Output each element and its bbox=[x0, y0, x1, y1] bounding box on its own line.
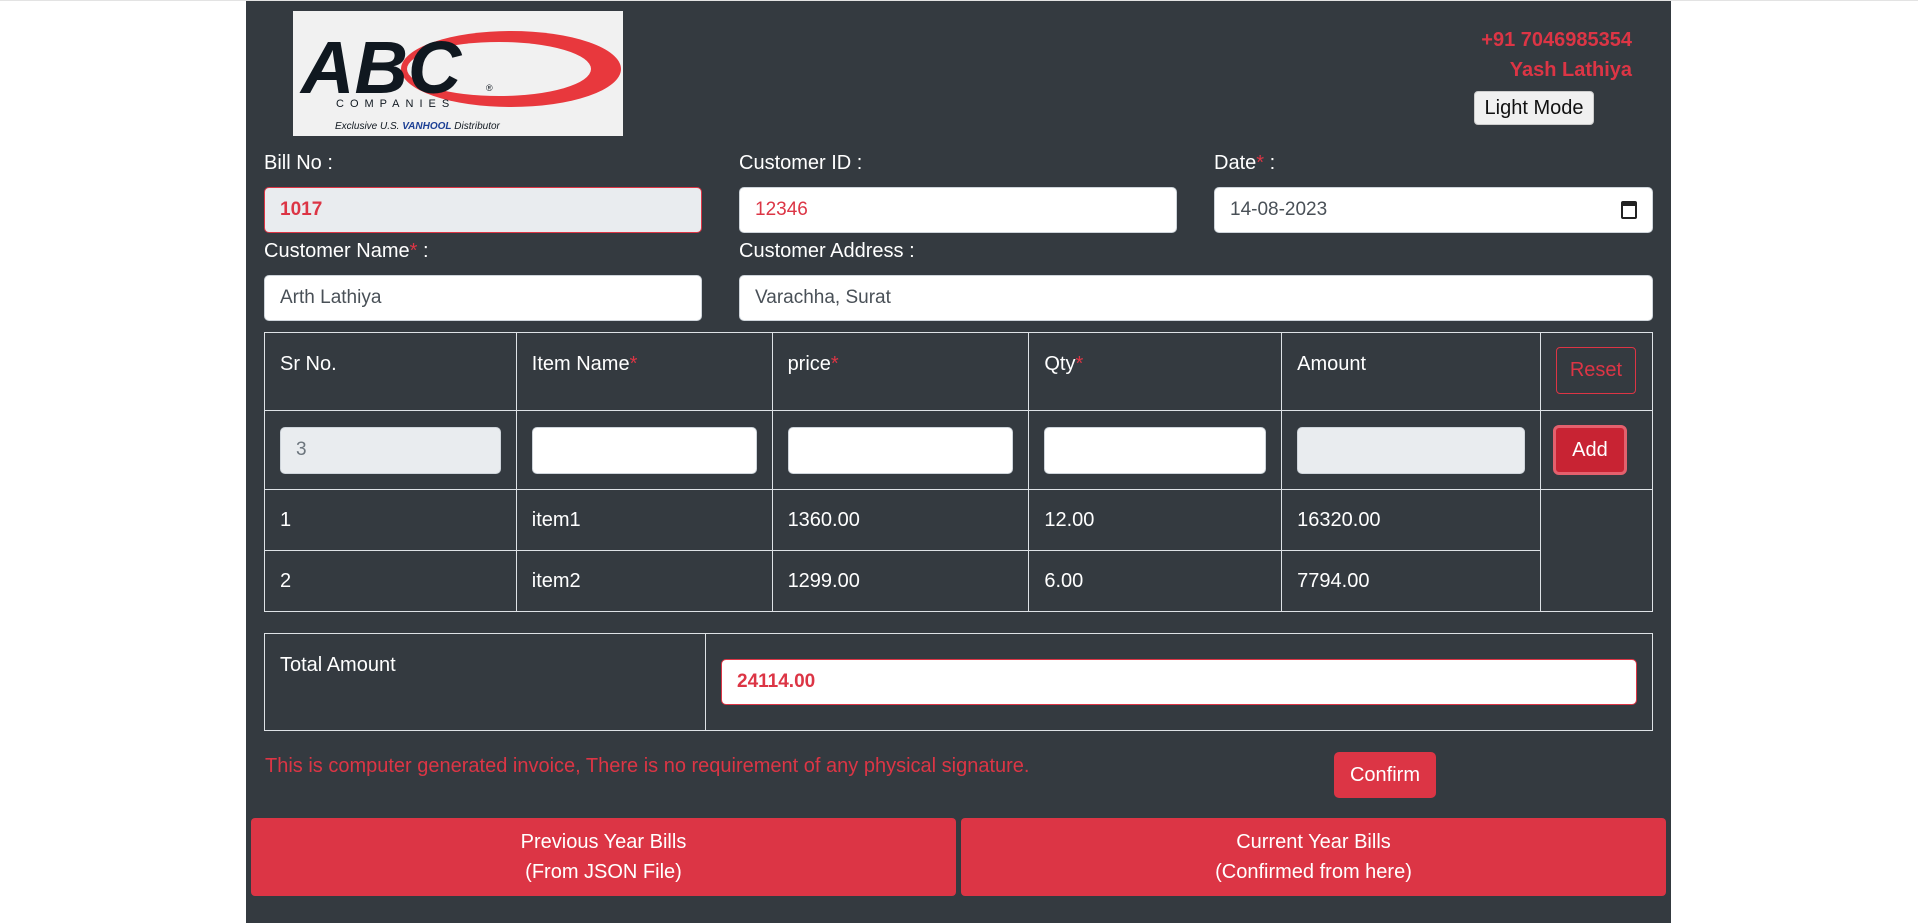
previous-year-bills-button[interactable]: Previous Year Bills (From JSON File) bbox=[251, 818, 956, 896]
date-label: Date* : bbox=[1214, 152, 1276, 174]
add-button[interactable]: Add bbox=[1552, 425, 1627, 475]
customer-address-label: Customer Address : bbox=[739, 240, 915, 262]
row-item: item2 bbox=[515, 550, 773, 612]
row-amount: 7794.00 bbox=[1281, 550, 1541, 612]
calendar-icon[interactable] bbox=[1621, 201, 1637, 219]
contact-name: Yash Lathiya bbox=[1509, 59, 1632, 81]
total-table: Total Amount 24114.00 bbox=[264, 633, 1653, 731]
prev-bills-line1: Previous Year Bills bbox=[520, 831, 687, 853]
header-actions: Reset bbox=[1539, 332, 1654, 411]
curr-bills-line1: Current Year Bills bbox=[1236, 831, 1391, 853]
customer-address-field[interactable]: Varachha, Surat bbox=[739, 275, 1653, 321]
sr-no-input[interactable]: 3 bbox=[280, 426, 501, 474]
prev-bills-line2: (From JSON File) bbox=[525, 861, 682, 883]
row-amount: 16320.00 bbox=[1281, 489, 1541, 551]
header-sr-no: Sr No. bbox=[264, 332, 517, 411]
date-value: 14-08-2023 bbox=[1230, 199, 1328, 220]
row-actions-empty bbox=[1539, 489, 1654, 612]
abc-logo-icon: ABC ® COMPANIES Exclusive U.S. VANHOOL D… bbox=[299, 26, 621, 132]
customer-id-label: Customer ID : bbox=[739, 152, 863, 174]
bill-no-field[interactable]: 1017 bbox=[264, 187, 702, 233]
items-table: Sr No. Item Name* price* Qty* Amount Res… bbox=[264, 332, 1654, 612]
svg-text:COMPANIES: COMPANIES bbox=[336, 98, 455, 110]
row-price: 1360.00 bbox=[771, 489, 1030, 551]
row-sr: 1 bbox=[264, 489, 517, 551]
price-input[interactable] bbox=[787, 426, 1014, 474]
row-sr: 2 bbox=[264, 550, 517, 612]
qty-input[interactable] bbox=[1044, 426, 1267, 474]
svg-text:ABC: ABC bbox=[299, 26, 463, 109]
invoice-note: This is computer generated invoice, Ther… bbox=[265, 755, 1030, 777]
total-amount-label: Total Amount bbox=[264, 633, 706, 731]
reset-button[interactable]: Reset bbox=[1555, 347, 1636, 394]
header-price: price* bbox=[771, 332, 1030, 411]
row-price: 1299.00 bbox=[771, 550, 1030, 612]
light-mode-button[interactable]: Light Mode bbox=[1474, 91, 1594, 125]
row-qty: 6.00 bbox=[1028, 550, 1283, 612]
date-field[interactable]: 14-08-2023 bbox=[1214, 187, 1653, 233]
header-item-name: Item Name* bbox=[515, 332, 773, 411]
svg-text:®: ® bbox=[486, 83, 493, 93]
bill-no-label: Bill No : bbox=[264, 152, 333, 174]
row-qty: 12.00 bbox=[1028, 489, 1283, 551]
svg-text:Exclusive U.S. VANHOOL: Exclusive U.S. VANHOOL Distributor bbox=[335, 121, 501, 132]
table-row: 1 item1 1360.00 12.00 16320.00 bbox=[264, 489, 1654, 612]
curr-bills-line2: (Confirmed from here) bbox=[1215, 861, 1412, 883]
current-year-bills-button[interactable]: Current Year Bills (Confirmed from here) bbox=[961, 818, 1666, 896]
table-header-row: Sr No. Item Name* price* Qty* Amount Res… bbox=[264, 332, 1654, 411]
customer-name-field[interactable]: Arth Lathiya bbox=[264, 275, 702, 321]
amount-input[interactable] bbox=[1297, 426, 1525, 474]
header-qty: Qty* bbox=[1028, 332, 1283, 411]
row-item: item1 bbox=[515, 489, 773, 551]
contact-info: +91 7046985354 Yash Lathiya bbox=[1481, 25, 1632, 85]
invoice-panel: ABC ® COMPANIES Exclusive U.S. VANHOOL D… bbox=[246, 1, 1671, 923]
customer-name-label: Customer Name* : bbox=[264, 240, 429, 262]
customer-id-field[interactable]: 12346 bbox=[739, 187, 1177, 233]
header-amount: Amount bbox=[1281, 332, 1541, 411]
contact-phone: +91 7046985354 bbox=[1481, 29, 1632, 51]
confirm-button[interactable]: Confirm bbox=[1334, 752, 1436, 798]
total-amount-field[interactable]: 24114.00 bbox=[721, 659, 1637, 705]
item-name-input[interactable] bbox=[531, 426, 757, 474]
entry-row: 3 Add bbox=[264, 410, 1654, 490]
table-row: 2 item2 1299.00 6.00 7794.00 bbox=[264, 550, 1653, 612]
company-logo: ABC ® COMPANIES Exclusive U.S. VANHOOL D… bbox=[293, 11, 623, 136]
